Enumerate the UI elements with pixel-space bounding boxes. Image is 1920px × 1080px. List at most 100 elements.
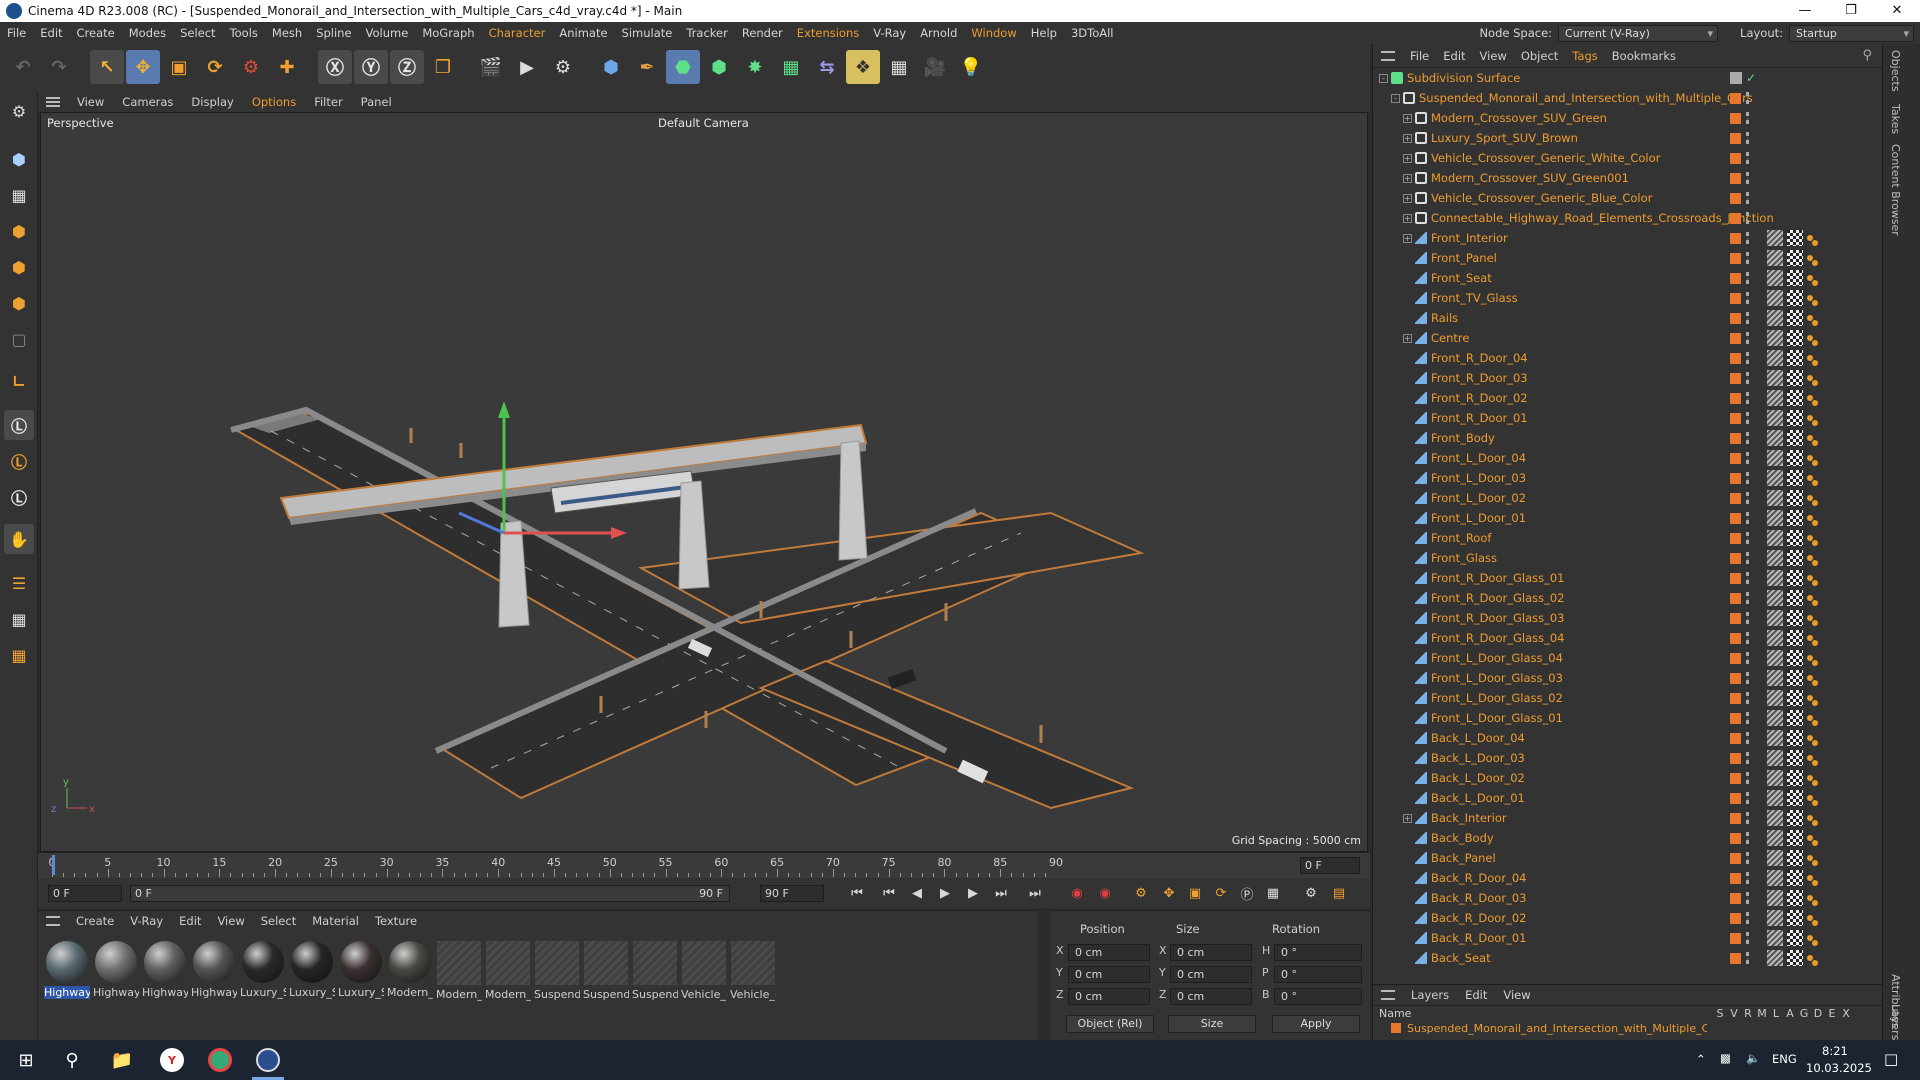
camera-icon[interactable]: 🎥: [918, 50, 952, 84]
object-row[interactable]: Front_L_Door_Glass_03: [1373, 668, 1883, 688]
visibility-toggle-icon[interactable]: [1746, 372, 1750, 384]
extrude-generator-icon[interactable]: ⬢: [702, 50, 736, 84]
object-row[interactable]: + Modern_Crossover_SUV_Green: [1373, 108, 1883, 128]
uv-mode-icon[interactable]: ▢: [4, 324, 34, 354]
material-tag-icon[interactable]: [1787, 430, 1803, 446]
material-tag-icon[interactable]: [1787, 910, 1803, 926]
material-tag-icon[interactable]: [1787, 750, 1803, 766]
axis-mode-icon[interactable]: ∟: [4, 366, 34, 396]
object-row[interactable]: Front_L_Door_04: [1373, 448, 1883, 468]
material-swatch[interactable]: Suspend: [632, 941, 678, 1003]
uvw-tag-icon[interactable]: [1807, 455, 1813, 461]
timeline-ruler[interactable]: 051015202530354045505560657075808590 0 F: [38, 852, 1370, 878]
uvw-tag-icon[interactable]: [1807, 275, 1813, 281]
phong-tag-icon[interactable]: [1767, 790, 1783, 806]
material-swatch[interactable]: Highway: [44, 941, 90, 1003]
minimize-button[interactable]: —: [1782, 0, 1828, 22]
layers-hamburger-icon[interactable]: [1381, 990, 1395, 1000]
uvw-tag-icon[interactable]: [1807, 375, 1813, 381]
material-tag-icon[interactable]: [1787, 570, 1803, 586]
object-row[interactable]: + Back_Interior: [1373, 808, 1883, 828]
position-field[interactable]: 0 cm: [1068, 966, 1150, 983]
uvw-tag-icon[interactable]: [1807, 335, 1813, 341]
size-field[interactable]: 0 cm: [1170, 966, 1252, 983]
material-menu-v-ray[interactable]: V-Ray: [122, 914, 171, 928]
render-picture-viewer-icon[interactable]: ▶: [510, 50, 544, 84]
object-row[interactable]: Back_R_Door_04: [1373, 868, 1883, 888]
material-tag-icon[interactable]: [1787, 610, 1803, 626]
uvw-tag-icon[interactable]: [1807, 395, 1813, 401]
phong-tag-icon[interactable]: [1767, 230, 1783, 246]
material-swatch[interactable]: Modern_: [387, 941, 433, 1003]
scale-icon[interactable]: ▣: [162, 50, 196, 84]
visibility-toggle-icon[interactable]: [1746, 552, 1750, 564]
uvw-tag-icon[interactable]: [1807, 235, 1813, 241]
workplane-snap-icon[interactable]: Ⓛ: [4, 482, 34, 512]
visibility-toggle-icon[interactable]: [1746, 532, 1750, 544]
visibility-toggle-icon[interactable]: [1746, 112, 1750, 124]
keyframe-selection-icon[interactable]: ⚙: [1130, 883, 1152, 903]
expand-toggle-icon[interactable]: +: [1403, 113, 1412, 123]
viewport-menu-display[interactable]: Display: [182, 95, 242, 109]
phong-tag-icon[interactable]: [1767, 250, 1783, 266]
object-row[interactable]: Front_L_Door_Glass_01: [1373, 708, 1883, 728]
object-menu-object[interactable]: Object: [1514, 49, 1565, 63]
uvw-tag-icon[interactable]: [1807, 655, 1813, 661]
root-enabled-check-icon[interactable]: ✓: [1746, 71, 1756, 85]
visibility-toggle-icon[interactable]: [1746, 432, 1750, 444]
visibility-toggle-icon[interactable]: [1746, 712, 1750, 724]
uvw-tag-icon[interactable]: [1807, 735, 1813, 741]
light-icon[interactable]: 💡: [954, 50, 988, 84]
z-axis-lock-icon[interactable]: Ⓩ: [390, 50, 424, 84]
material-tag-icon[interactable]: [1787, 550, 1803, 566]
material-tag-icon[interactable]: [1787, 630, 1803, 646]
layout-select[interactable]: Startup: [1789, 24, 1914, 42]
uvw-tag-icon[interactable]: [1807, 475, 1813, 481]
uvw-tag-icon[interactable]: [1807, 855, 1813, 861]
menu-character[interactable]: Character: [482, 26, 553, 40]
size-field[interactable]: 0 cm: [1170, 988, 1252, 1005]
root-row[interactable]: - Subdivision Surface ✓: [1373, 68, 1883, 88]
close-button[interactable]: ✕: [1874, 0, 1920, 22]
object-row[interactable]: Front_R_Door_03: [1373, 368, 1883, 388]
uvw-tag-icon[interactable]: [1807, 355, 1813, 361]
material-tag-icon[interactable]: [1787, 690, 1803, 706]
render-view-icon[interactable]: 🎬: [474, 50, 508, 84]
uvw-tag-icon[interactable]: [1807, 515, 1813, 521]
previous-frame-icon[interactable]: ◀: [906, 883, 928, 903]
material-tag-icon[interactable]: [1787, 310, 1803, 326]
uvw-tag-icon[interactable]: [1807, 315, 1813, 321]
visibility-toggle-icon[interactable]: [1746, 732, 1750, 744]
object-row[interactable]: Back_L_Door_03: [1373, 748, 1883, 768]
phong-tag-icon[interactable]: [1767, 750, 1783, 766]
phong-tag-icon[interactable]: [1767, 350, 1783, 366]
size-mode-select[interactable]: Size: [1168, 1015, 1256, 1033]
material-tag-icon[interactable]: [1787, 230, 1803, 246]
workplane-icon[interactable]: ☰: [4, 568, 34, 598]
object-row[interactable]: Front_Seat: [1373, 268, 1883, 288]
uvw-tag-icon[interactable]: [1807, 835, 1813, 841]
object-row[interactable]: + Luxury_Sport_SUV_Brown: [1373, 128, 1883, 148]
layers-menu-view[interactable]: View: [1495, 988, 1538, 1002]
menu-mograph[interactable]: MoGraph: [415, 26, 481, 40]
visibility-toggle-icon[interactable]: [1746, 212, 1750, 224]
object-row[interactable]: Front_R_Door_Glass_02: [1373, 588, 1883, 608]
material-tag-icon[interactable]: [1787, 650, 1803, 666]
node-space-select[interactable]: Current (V-Ray): [1558, 24, 1719, 42]
material-tag-icon[interactable]: [1787, 290, 1803, 306]
material-tag-icon[interactable]: [1787, 510, 1803, 526]
material-tag-icon[interactable]: [1787, 330, 1803, 346]
object-row[interactable]: Front_L_Door_Glass_04: [1373, 648, 1883, 668]
uvw-tag-icon[interactable]: [1807, 895, 1813, 901]
material-tag-icon[interactable]: [1787, 590, 1803, 606]
visibility-toggle-icon[interactable]: [1746, 592, 1750, 604]
visibility-toggle-icon[interactable]: [1746, 172, 1750, 184]
side-tab-content-browser[interactable]: Content Browser: [1889, 144, 1902, 236]
visibility-toggle-icon[interactable]: [1746, 852, 1750, 864]
material-swatch[interactable]: Suspend: [534, 941, 580, 1003]
menu-modes[interactable]: Modes: [122, 26, 173, 40]
object-row[interactable]: Back_Seat: [1373, 948, 1883, 968]
uvw-tag-icon[interactable]: [1807, 255, 1813, 261]
phong-tag-icon[interactable]: [1767, 830, 1783, 846]
expand-toggle-icon[interactable]: +: [1403, 173, 1412, 183]
